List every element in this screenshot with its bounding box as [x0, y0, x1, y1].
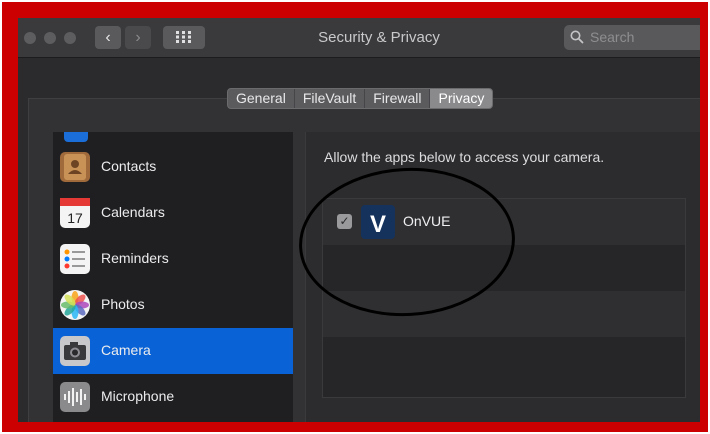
chevron-left-icon: ‹ [105, 29, 111, 46]
sidebar-item-label: Reminders [101, 250, 169, 266]
window-title: Security & Privacy [318, 29, 440, 46]
security-privacy-window: ‹ › Security & Privacy Search General Fi… [18, 18, 700, 422]
sidebar-item-contacts[interactable]: Contacts [53, 144, 293, 190]
close-window-button[interactable] [24, 32, 36, 44]
minimize-window-button[interactable] [44, 32, 56, 44]
tab-firewall[interactable]: Firewall [365, 89, 431, 108]
back-button[interactable]: ‹ [95, 26, 121, 49]
search-icon [570, 30, 584, 44]
sidebar-item-reminders[interactable]: Reminders [53, 236, 293, 282]
reminders-icon [60, 244, 90, 274]
camera-icon [60, 336, 90, 366]
microphone-icon [60, 382, 90, 412]
list-item [323, 337, 685, 383]
contacts-icon [60, 152, 90, 182]
photos-icon [60, 290, 90, 320]
title-bar: ‹ › Security & Privacy Search [18, 18, 700, 58]
tab-general[interactable]: General [228, 89, 295, 108]
tab-bar: General FileVault Firewall Privacy [227, 88, 494, 109]
location-services-icon [64, 132, 88, 142]
sidebar-item-label: Calendars [101, 204, 165, 220]
show-all-button[interactable] [163, 26, 205, 49]
search-placeholder: Search [590, 29, 635, 45]
sidebar-item-label: Photos [101, 296, 145, 312]
sidebar-item-label: Camera [101, 342, 151, 358]
calendar-icon: 17 [60, 198, 90, 228]
sidebar-item-photos[interactable]: Photos [53, 282, 293, 328]
calendar-day-text: 17 [67, 210, 83, 226]
search-field[interactable]: Search [564, 25, 700, 50]
forward-button[interactable]: › [125, 26, 151, 49]
sidebar-item-label: Microphone [101, 388, 175, 404]
sidebar-item-label: Contacts [101, 158, 157, 174]
grid-icon [176, 31, 191, 43]
tab-filevault[interactable]: FileVault [295, 89, 366, 108]
allow-apps-description: Allow the apps below to access your came… [324, 149, 605, 165]
sidebar-item-calendars[interactable]: 17 Calendars [53, 190, 293, 236]
sidebar-item-camera[interactable]: Camera [53, 328, 293, 374]
privacy-category-list: Contacts 17 Calendars Reminders Photos C… [53, 132, 293, 422]
chevron-right-icon: › [135, 29, 141, 46]
tab-privacy[interactable]: Privacy [430, 89, 493, 108]
zoom-window-button[interactable] [64, 32, 76, 44]
sidebar-item-microphone[interactable]: Microphone [53, 374, 293, 420]
